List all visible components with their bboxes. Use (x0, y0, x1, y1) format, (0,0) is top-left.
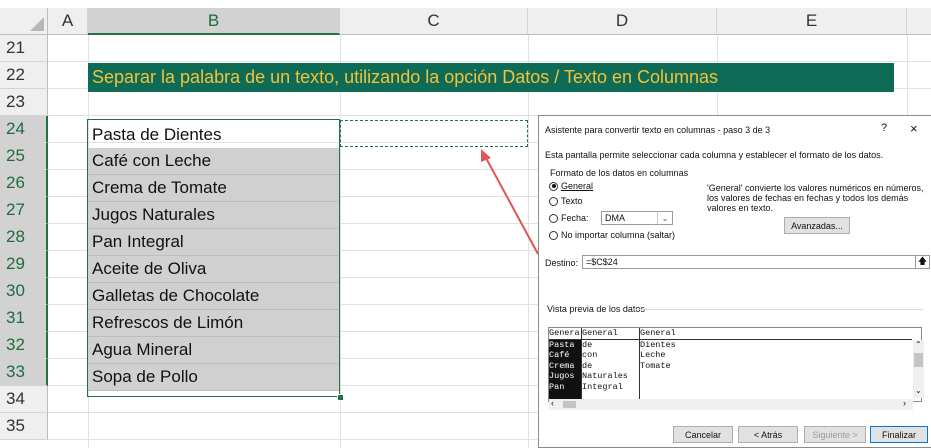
destination-input[interactable]: =$C$24 (582, 255, 922, 269)
date-format-value: DMA (605, 213, 625, 223)
text-to-columns-dialog: Asistente para convertir texto en column… (538, 115, 931, 448)
preview-cell: de (582, 339, 593, 350)
data-preview[interactable]: Genera Pasta Café Crema Jugos Pan Genera… (548, 327, 922, 402)
dialog-intro: Esta pantalla permite seleccionar cada c… (545, 150, 884, 160)
next-button[interactable]: Siguiente > (804, 426, 866, 443)
radio-date-label: Fecha: (561, 213, 589, 223)
format-note: 'General' convierte los valores numérico… (707, 183, 924, 213)
preview-cell: Jugos (549, 371, 575, 381)
preview-cell: Crema (549, 360, 575, 371)
back-button[interactable]: < Atrás (738, 426, 798, 443)
radio-general-label: General (561, 181, 594, 191)
format-legend: Formato de los datos en columnas (548, 168, 691, 178)
scroll-left-icon[interactable]: ‹ (551, 398, 554, 408)
preview-column-1[interactable]: Genera Pasta Café Crema Jugos Pan (549, 328, 581, 401)
preview-column-3[interactable]: General Dientes Leche Tomate (639, 328, 912, 401)
finish-button[interactable]: Finalizar (870, 426, 928, 443)
radio-date[interactable]: Fecha: (549, 213, 589, 223)
radio-icon (549, 196, 558, 206)
destination-label: Destino: (545, 258, 579, 268)
preview-cell: Dientes (640, 339, 676, 350)
radio-skip[interactable]: No importar columna (saltar) (549, 230, 675, 240)
preview-cell: General (640, 328, 912, 340)
preview-cell: Integral (582, 381, 623, 392)
preview-column-2[interactable]: General de con de Naturales Integral (581, 328, 640, 401)
preview-cell: General (582, 328, 640, 340)
preview-cell: con (582, 350, 598, 360)
cancel-button[interactable]: Cancelar (673, 426, 733, 443)
preview-cell (640, 371, 912, 382)
radio-icon (549, 213, 558, 223)
preview-label: Vista previa de los datos (547, 304, 645, 314)
preview-cell: Naturales (582, 371, 628, 381)
preview-cell: de (582, 360, 593, 371)
close-icon[interactable]: × (910, 121, 918, 136)
preview-cell: Café (549, 350, 570, 360)
radio-icon (549, 230, 558, 240)
preview-cell: Leche (640, 350, 666, 360)
scroll-thumb[interactable] (563, 401, 576, 408)
chevron-down-icon: ⌄ (657, 212, 672, 224)
preview-cell: Pan (549, 381, 565, 392)
preview-horizontal-scrollbar[interactable]: ‹ › (549, 398, 913, 410)
scroll-down-icon[interactable]: ⌄ (915, 386, 922, 395)
collapse-dialog-icon[interactable]: 🡅 (915, 255, 930, 269)
radio-text[interactable]: Texto (549, 196, 583, 206)
preview-vertical-scrollbar[interactable]: ⌃ ⌄ (913, 340, 924, 398)
radio-text-label: Texto (561, 196, 583, 206)
scroll-thumb[interactable] (914, 353, 923, 367)
preview-cell: Tomate (640, 360, 671, 371)
radio-general[interactable]: General (549, 181, 593, 191)
preview-cell (640, 382, 912, 393)
date-format-select[interactable]: DMA ⌄ (601, 211, 673, 225)
preview-cell: Pasta (549, 339, 575, 350)
help-button[interactable]: ? (881, 122, 887, 134)
preview-divider (633, 309, 923, 310)
scroll-up-icon[interactable]: ⌃ (915, 340, 922, 349)
preview-cell: Genera (549, 328, 581, 340)
scroll-right-icon[interactable]: › (903, 398, 906, 408)
radio-skip-label: No importar columna (saltar) (561, 230, 676, 240)
advanced-button[interactable]: Avanzadas... (784, 217, 850, 234)
radio-selected-icon (549, 181, 558, 191)
dialog-title: Asistente para convertir texto en column… (545, 125, 771, 135)
